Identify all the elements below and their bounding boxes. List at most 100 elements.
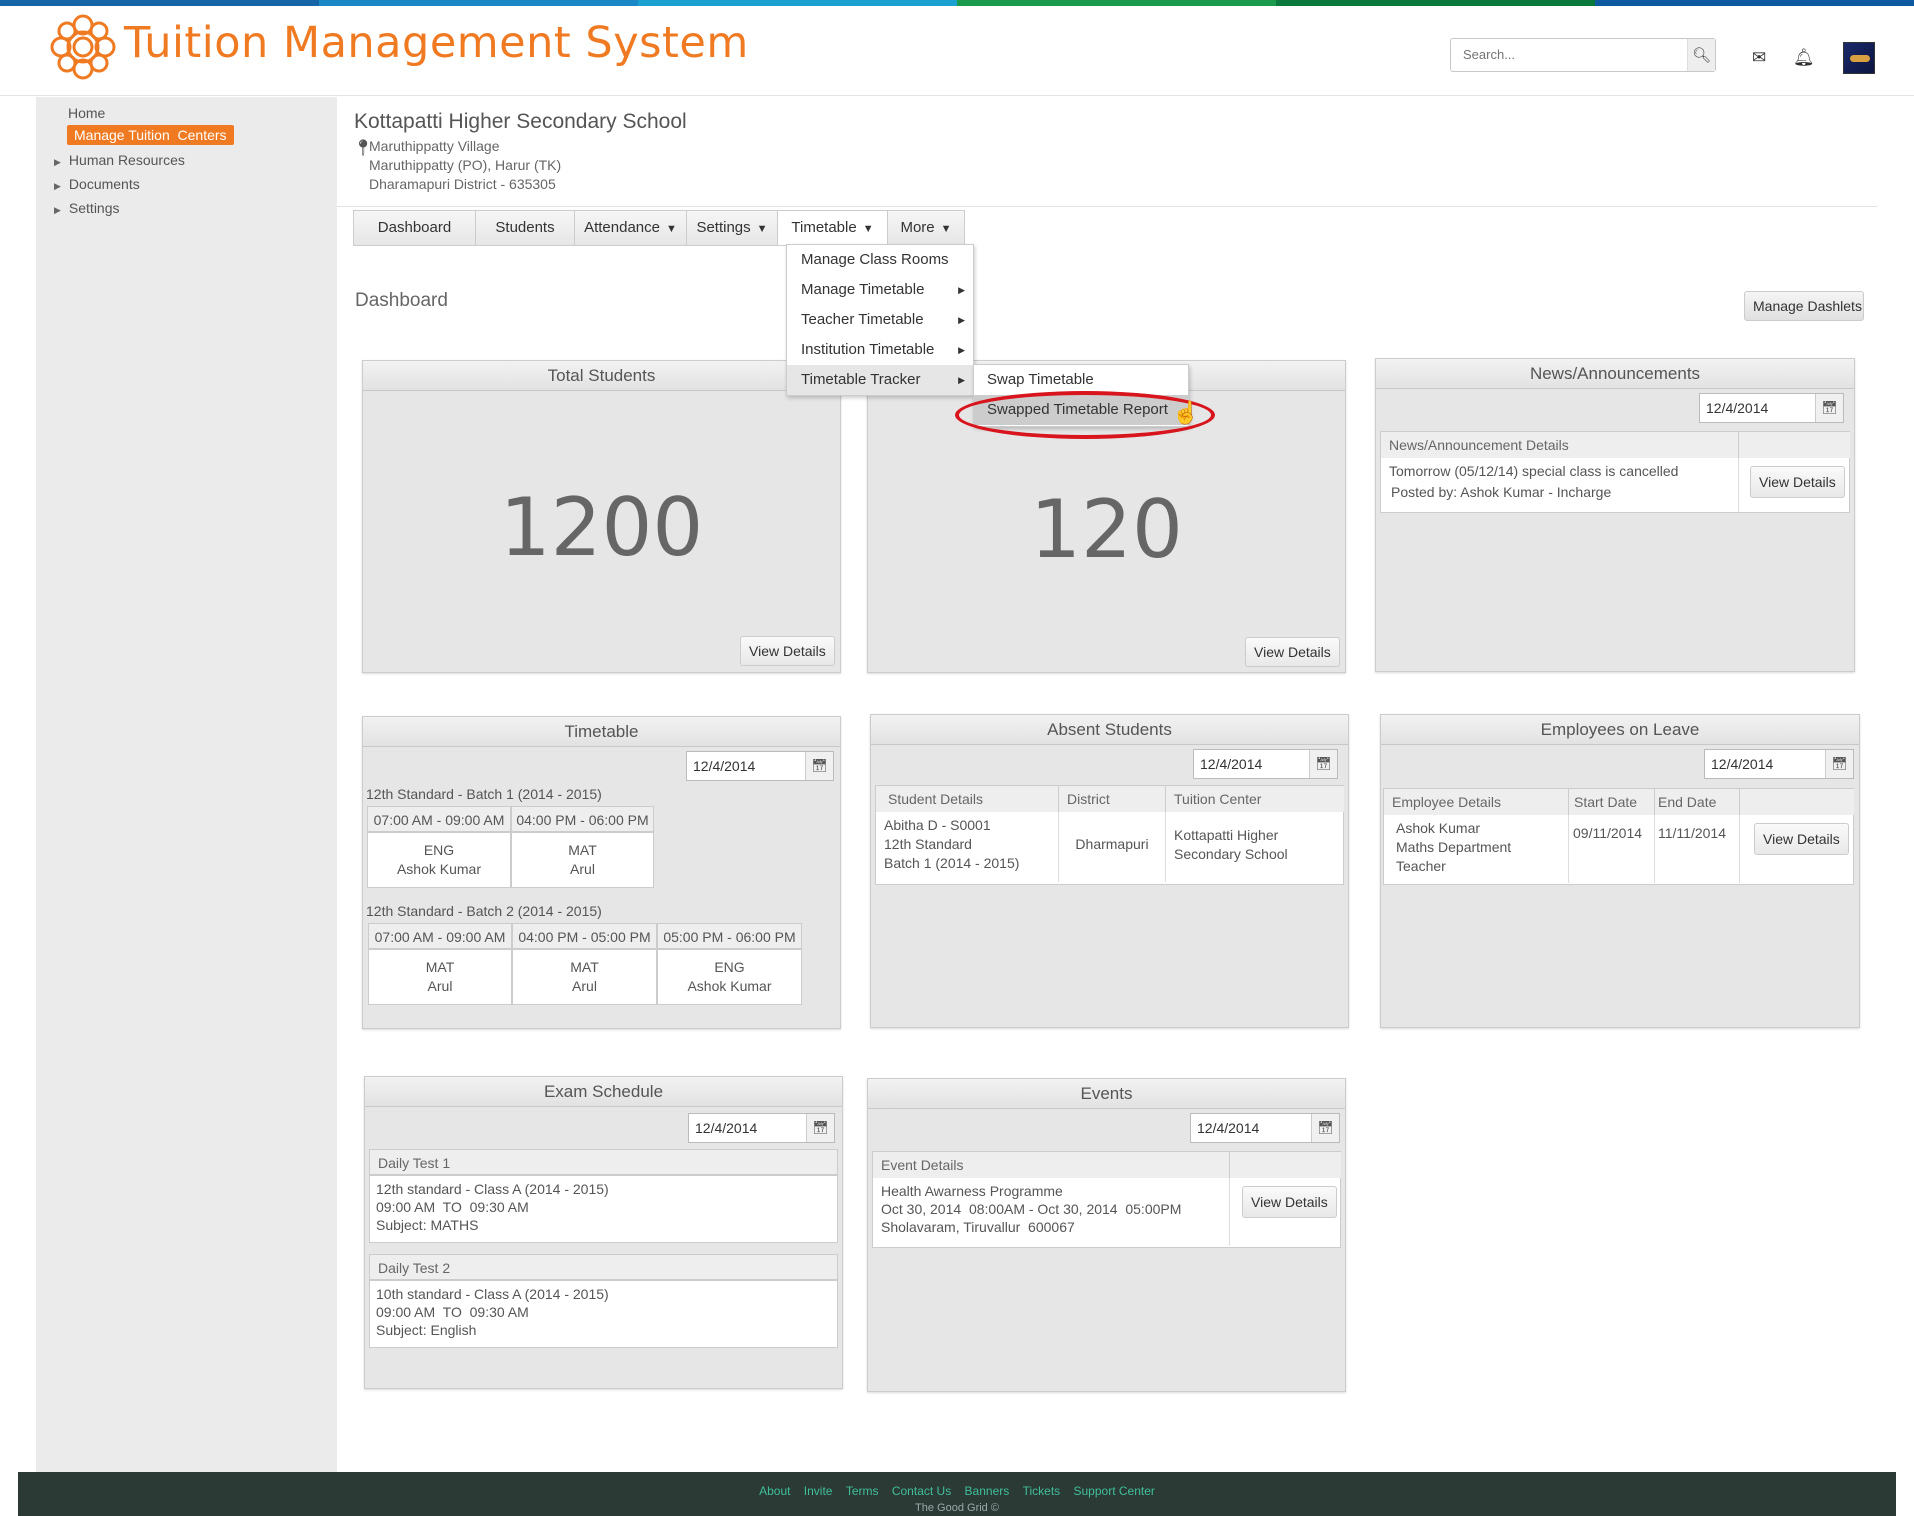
- column-header: Event Details: [873, 1152, 1230, 1178]
- column-header: District: [1059, 786, 1166, 812]
- caret-right-icon: ▶: [958, 375, 965, 385]
- caret-down-icon: ▼: [756, 223, 768, 235]
- timetable-cell[interactable]: MAT Arul: [512, 949, 657, 1005]
- date-value: 12/4/2014: [1200, 756, 1263, 772]
- menu-item-institution-timetable[interactable]: Institution Timetable ▶: [787, 335, 973, 365]
- footer-link-invite[interactable]: Invite: [804, 1484, 833, 1498]
- sidebar-item-manage-tuition-centers[interactable]: Manage Tuition Centers: [67, 125, 234, 145]
- sidebar-item-label: Home: [68, 105, 106, 121]
- sidebar: [36, 97, 337, 1472]
- search-input[interactable]: [1451, 39, 1681, 69]
- page-title: Dashboard: [355, 290, 448, 311]
- exam-line: Subject: English: [376, 1322, 477, 1338]
- column-header: [1230, 1152, 1341, 1178]
- menu-item-manage-class-rooms[interactable]: Manage Class Rooms: [787, 245, 973, 275]
- manage-dashlets-button[interactable]: Manage Dashlets: [1744, 291, 1864, 321]
- exam-line: 12th standard - Class A (2014 - 2015): [376, 1181, 609, 1197]
- school-address-line: Dharamapuri District - 635305: [369, 176, 556, 192]
- tab-settings[interactable]: Settings ▼: [687, 211, 778, 245]
- employee-line: Maths Department: [1396, 839, 1512, 855]
- footer-link-banners[interactable]: Banners: [965, 1484, 1010, 1498]
- timetable-cell[interactable]: MAT Arul: [511, 832, 654, 888]
- district-value: Dharmapuri: [1059, 812, 1166, 882]
- mail-icon[interactable]: ✉: [1752, 48, 1766, 68]
- menu-item-label: Institution Timetable: [801, 341, 935, 358]
- time-slot: 04:00 PM - 06:00 PM: [511, 806, 654, 832]
- subject: ENG: [714, 959, 745, 975]
- view-details-button[interactable]: View Details: [1754, 823, 1849, 855]
- footer-link-about[interactable]: About: [759, 1484, 790, 1498]
- hand-cursor-icon: ☝: [1172, 400, 1200, 425]
- panel-title: Absent Students: [871, 715, 1348, 745]
- calendar-icon[interactable]: 📅︎: [1309, 750, 1337, 778]
- subject: MAT: [425, 959, 455, 975]
- calendar-icon[interactable]: 📅︎: [1825, 750, 1853, 778]
- sidebar-item-label: Manage Tuition Centers: [74, 127, 227, 143]
- sidebar-item-label: Settings: [68, 200, 120, 216]
- sidebar-item-home[interactable]: Home: [68, 105, 105, 121]
- caret-right-icon: ▶: [958, 285, 965, 295]
- tab-attendance[interactable]: Attendance ▼: [575, 211, 687, 245]
- student-details: Abitha D - S0001 12th Standard Batch 1 (…: [876, 812, 1059, 882]
- caret-right-icon: ▶: [54, 205, 61, 215]
- news-table: News/Announcement Details Tomorrow (05/1…: [1380, 431, 1850, 513]
- app-header: Tuition Management System 🔍︎ ✉ 🔔︎: [0, 6, 1914, 96]
- footer: About Invite Terms Contact Us Banners Ti…: [18, 1472, 1896, 1516]
- footer-link-contact[interactable]: Contact Us: [892, 1484, 951, 1498]
- timetable-date-field[interactable]: 12/4/2014 📅︎: [686, 751, 834, 781]
- avatar[interactable]: [1843, 42, 1875, 74]
- sidebar-item-settings[interactable]: ▶ Settings: [54, 200, 120, 216]
- date-value: 12/4/2014: [693, 758, 756, 774]
- menu-item-teacher-timetable[interactable]: Teacher Timetable ▶: [787, 305, 973, 335]
- exam-line: 09:00 AM TO 09:30 AM: [376, 1304, 529, 1320]
- caret-right-icon: ▶: [958, 315, 965, 325]
- tab-more[interactable]: More ▼: [888, 211, 964, 245]
- footer-link-support[interactable]: Support Center: [1074, 1484, 1155, 1498]
- student-line: 12th Standard: [884, 836, 972, 852]
- column-header: News/Announcement Details: [1381, 432, 1739, 458]
- calendar-icon[interactable]: 📅︎: [1815, 394, 1843, 422]
- search-box: 🔍︎: [1450, 38, 1716, 72]
- tab-students[interactable]: Students: [476, 211, 575, 245]
- flower-logo-icon[interactable]: [48, 12, 118, 82]
- panel-title: Exam Schedule: [365, 1077, 842, 1107]
- bell-icon[interactable]: 🔔︎: [1793, 48, 1815, 68]
- calendar-icon[interactable]: 📅︎: [1311, 1114, 1339, 1142]
- absent-date-field[interactable]: 12/4/2014 📅︎: [1193, 749, 1338, 779]
- footer-link-tickets[interactable]: Tickets: [1023, 1484, 1061, 1498]
- leave-date-field[interactable]: 12/4/2014 📅︎: [1704, 749, 1854, 779]
- calendar-icon[interactable]: 📅︎: [805, 752, 833, 780]
- sidebar-item-label: Human Resources: [68, 152, 185, 168]
- view-details-button[interactable]: View Details: [1750, 466, 1845, 498]
- exam-date-field[interactable]: 12/4/2014 📅︎: [688, 1113, 835, 1143]
- timetable-cell[interactable]: ENG Ashok Kumar: [367, 832, 511, 888]
- menu-item-timetable-tracker[interactable]: Timetable Tracker ▶: [787, 365, 973, 395]
- search-icon: 🔍︎: [1691, 47, 1712, 64]
- view-details-button[interactable]: View Details: [1245, 637, 1340, 667]
- view-details-button[interactable]: View Details: [1242, 1186, 1337, 1218]
- timetable-cell[interactable]: MAT Arul: [368, 949, 512, 1005]
- center-line: Secondary School: [1174, 846, 1288, 862]
- events-date-field[interactable]: 12/4/2014 📅︎: [1190, 1113, 1340, 1143]
- menu-item-manage-timetable[interactable]: Manage Timetable ▶: [787, 275, 973, 305]
- caret-down-icon: ▼: [666, 223, 677, 235]
- search-button[interactable]: 🔍︎: [1687, 39, 1715, 71]
- timetable-dropdown-menu: Manage Class Rooms Manage Timetable ▶ Tea…: [786, 244, 974, 396]
- sidebar-item-documents[interactable]: ▶ Documents: [54, 176, 140, 192]
- sidebar-item-human-resources[interactable]: ▶ Human Resources: [54, 152, 185, 168]
- news-date-field[interactable]: 12/4/2014 📅︎: [1699, 393, 1844, 423]
- timetable-cell[interactable]: ENG Ashok Kumar: [657, 949, 802, 1005]
- tab-timetable[interactable]: Timetable ▼: [778, 211, 888, 245]
- footer-link-terms[interactable]: Terms: [846, 1484, 879, 1498]
- news-item: Tomorrow (05/12/14) special class is can…: [1381, 458, 1739, 512]
- news-text: Tomorrow (05/12/14) special class is can…: [1389, 463, 1679, 479]
- divider: [337, 206, 1877, 207]
- events-panel: Events 12/4/2014 📅︎ Event Details Health…: [867, 1078, 1346, 1392]
- tab-label: Settings: [696, 219, 751, 236]
- calendar-icon[interactable]: 📅︎: [806, 1114, 834, 1142]
- end-date: 11/11/2014: [1655, 815, 1740, 883]
- scrollbar[interactable]: [1896, 97, 1914, 1472]
- column-header: Employee Details: [1384, 789, 1569, 815]
- view-details-button[interactable]: View Details: [740, 636, 835, 666]
- tab-dashboard[interactable]: Dashboard: [354, 211, 476, 245]
